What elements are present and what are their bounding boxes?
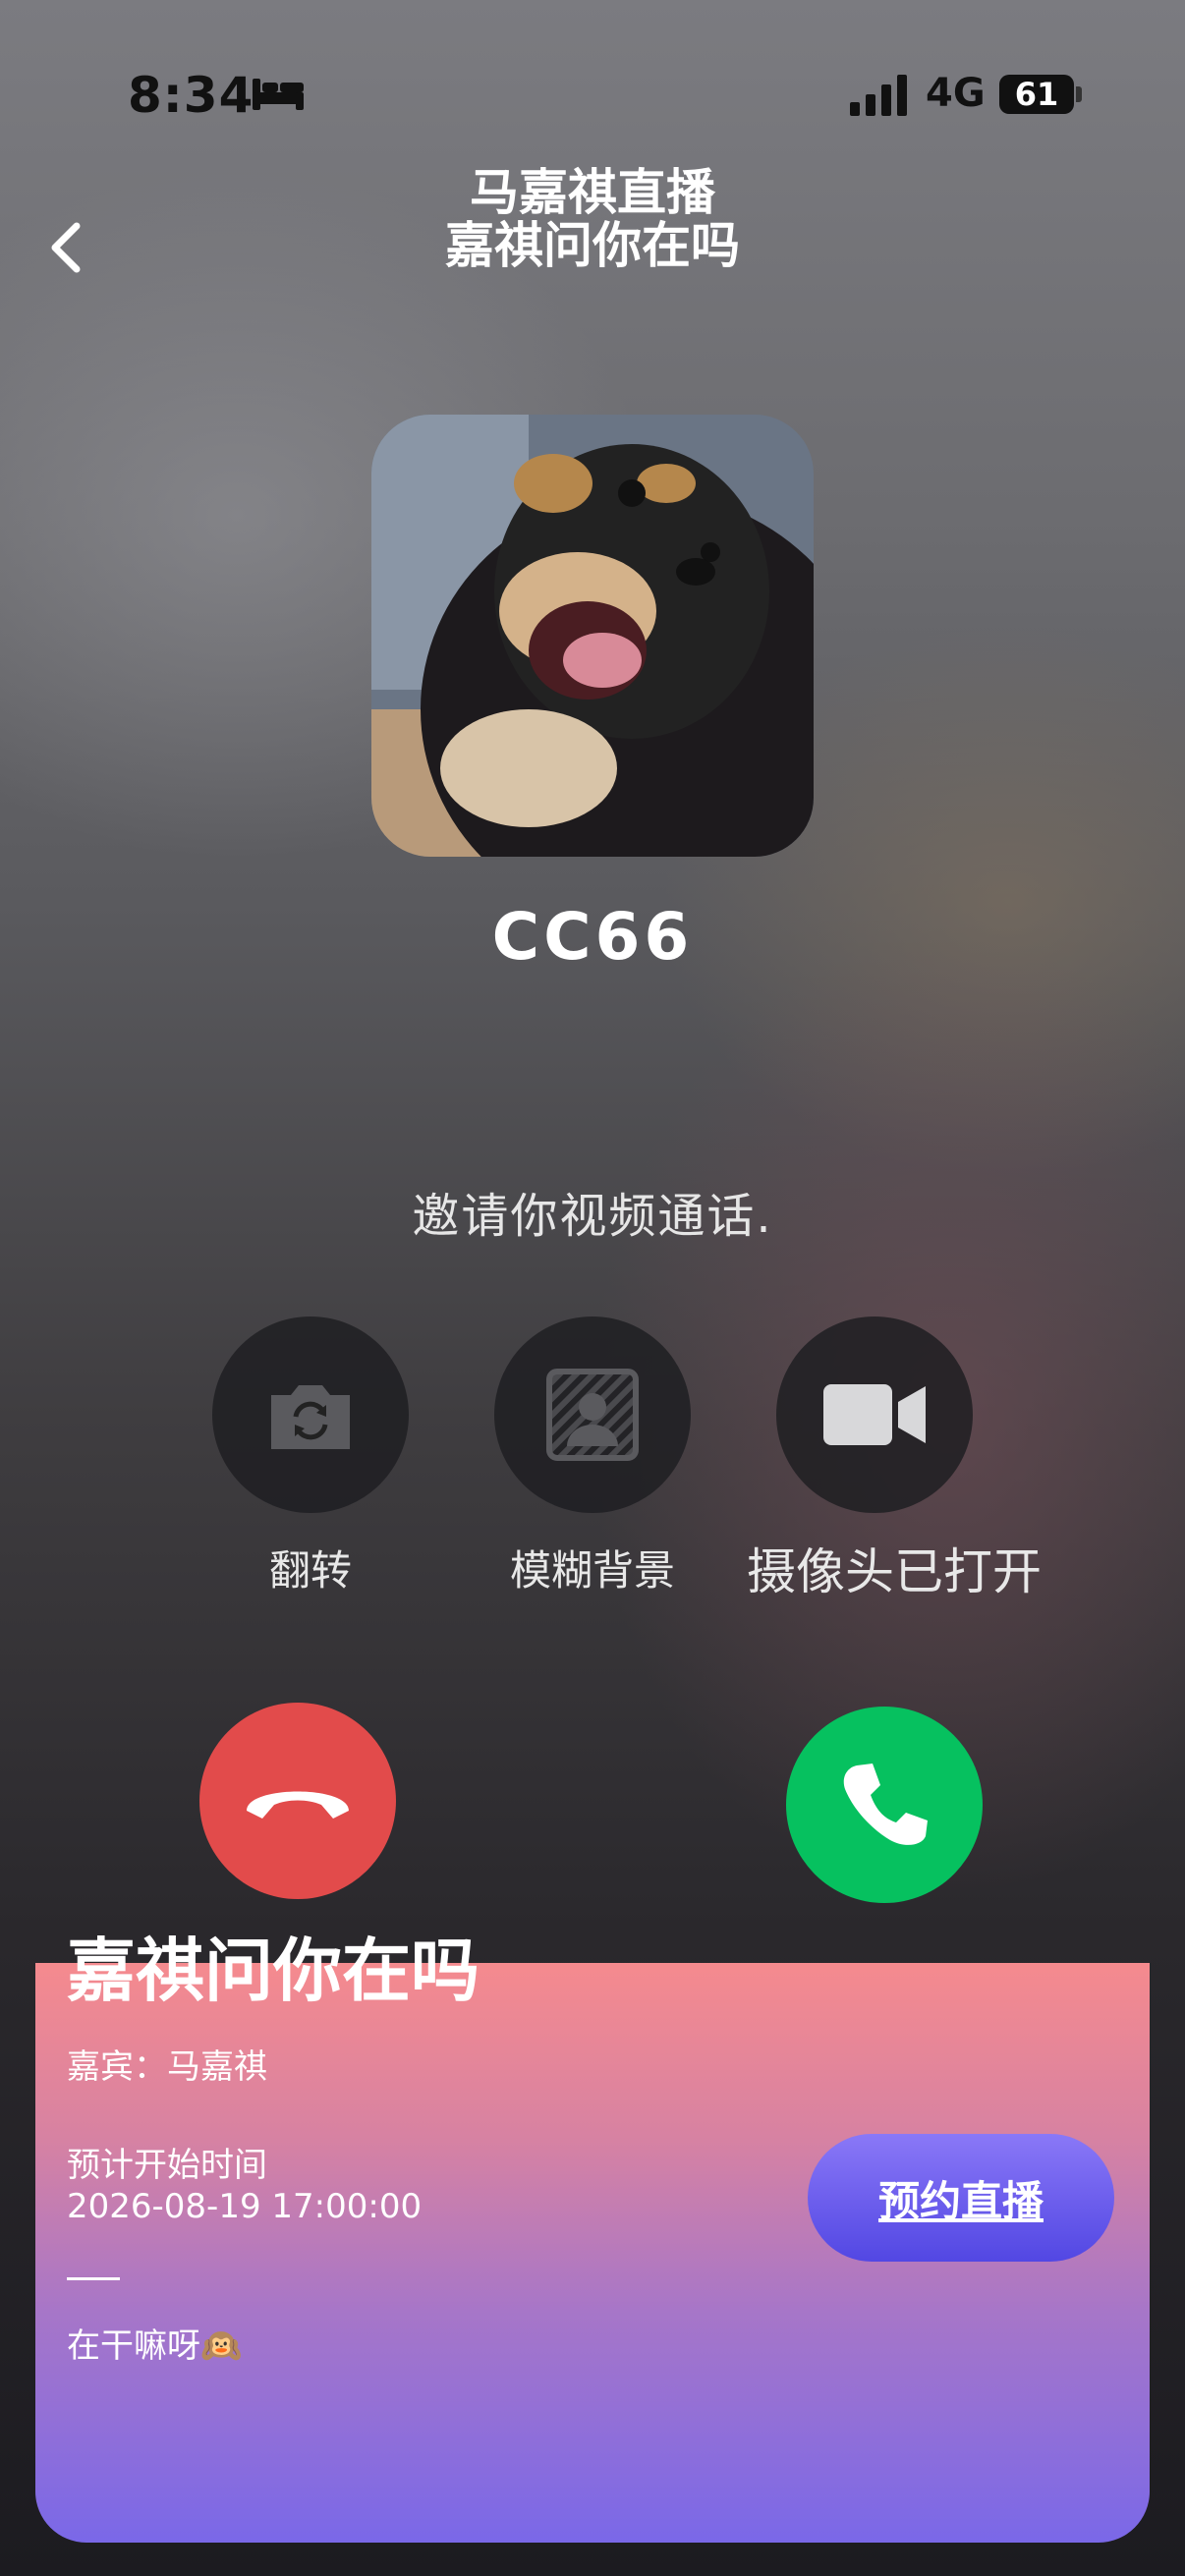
start-time-value: 2026-08-19 17:00:00 <box>67 2187 423 2226</box>
divider <box>67 2277 120 2280</box>
video-camera-icon <box>823 1384 926 1445</box>
start-time-label: 预计开始时间 <box>67 2146 267 2185</box>
decline-call-button[interactable] <box>199 1703 396 1899</box>
caller-name: CC66 <box>491 899 694 975</box>
blur-label: 模糊背景 <box>509 1546 675 1595</box>
hang-up-icon <box>247 1791 349 1819</box>
card-title: 嘉祺问你在吗 <box>67 1931 480 2011</box>
cellular-signal-icon <box>850 75 907 116</box>
sleep-focus-icon <box>253 79 304 110</box>
page-subtitle: 嘉祺问你在吗 <box>445 217 740 274</box>
status-time: 8:34 <box>128 67 254 124</box>
battery-icon: 61 <box>999 75 1074 114</box>
flip-camera-button[interactable] <box>212 1316 409 1513</box>
card-note: 在干嘛呀🙉 <box>67 2326 243 2366</box>
reserve-live-button[interactable]: 预约直播 <box>808 2134 1114 2262</box>
camera-toggle-button[interactable] <box>776 1316 973 1513</box>
blur-background-icon <box>546 1369 639 1461</box>
phone-icon <box>843 1764 928 1845</box>
page-title: 马嘉祺直播 <box>470 164 715 221</box>
guest-text: 嘉宾：马嘉祺 <box>67 2047 267 2087</box>
invite-text: 邀请你视频通话. <box>412 1189 773 1244</box>
caller-avatar <box>371 415 814 857</box>
camera-label: 摄像头已打开 <box>747 1543 1042 1600</box>
battery-tip <box>1076 86 1082 102</box>
flip-label: 翻转 <box>268 1546 352 1595</box>
blur-background-button[interactable] <box>494 1316 691 1513</box>
camera-flip-icon <box>271 1385 350 1449</box>
accept-call-button[interactable] <box>786 1707 983 1903</box>
network-type: 4G <box>926 71 986 116</box>
